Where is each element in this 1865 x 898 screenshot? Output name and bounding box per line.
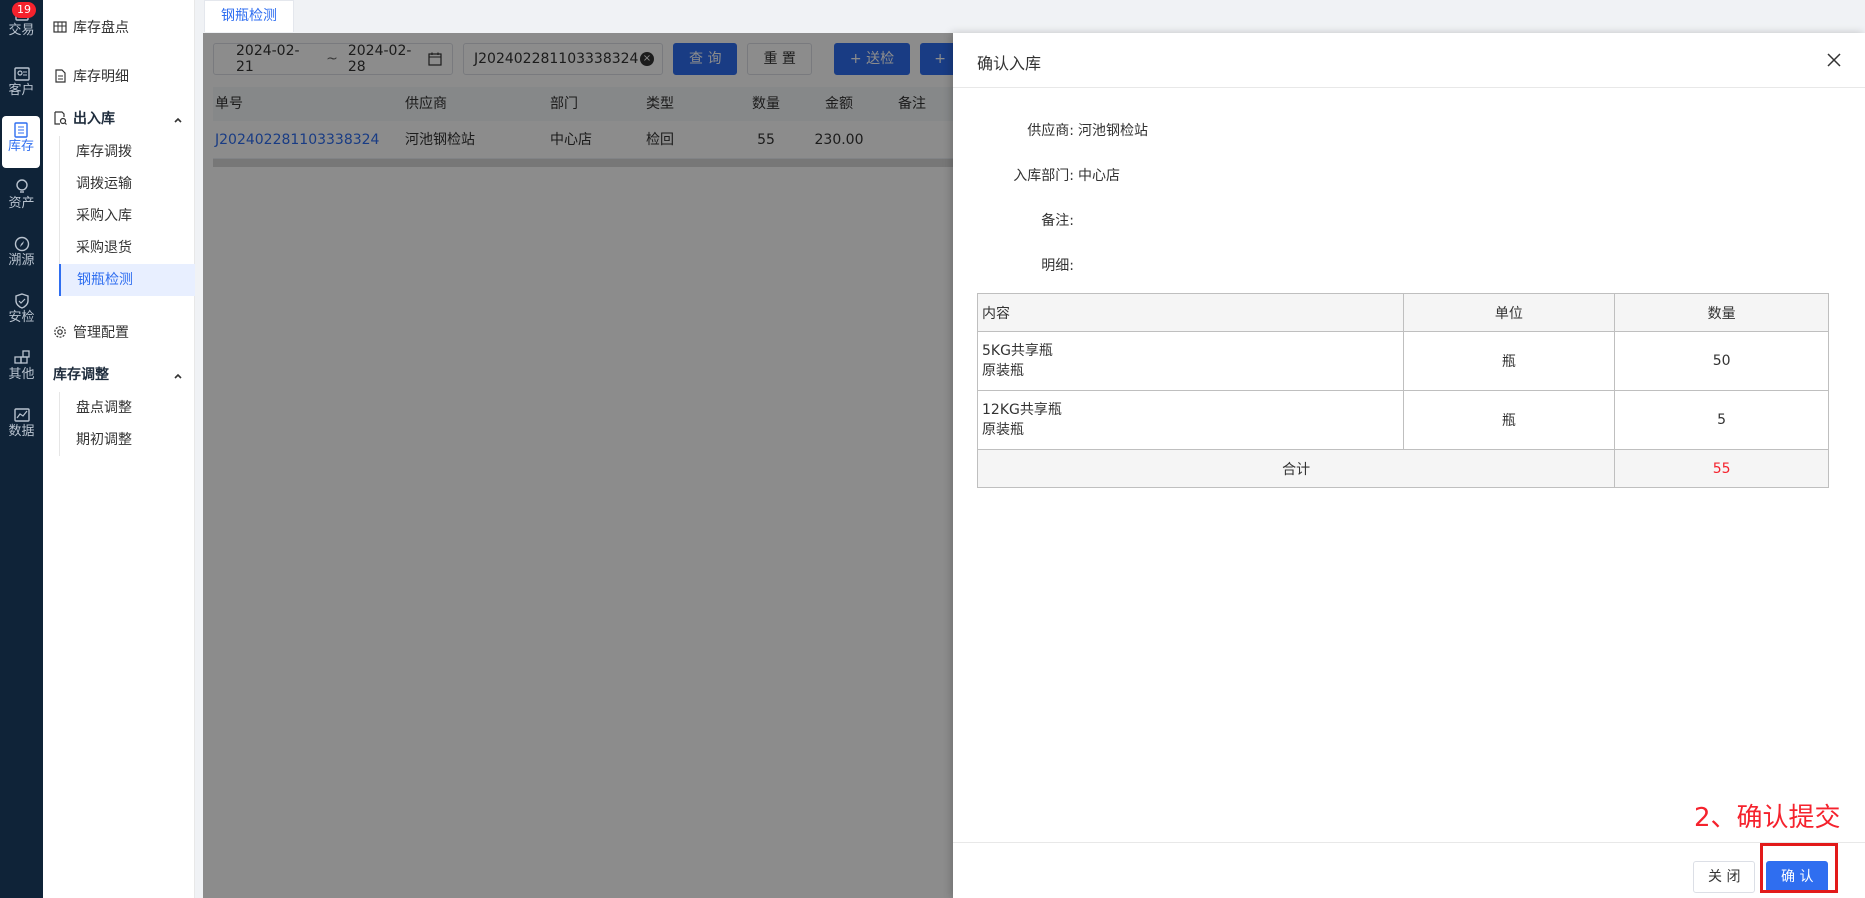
field-value: 中心店	[1078, 168, 1120, 184]
menu-item-opening-adjust[interactable]: 期初调整	[59, 424, 195, 456]
supplier-field: 供应商: 河池钢检站	[953, 121, 1148, 141]
menu-label: 库存盘点	[73, 20, 129, 36]
rail-item-trade[interactable]: 19 交易	[0, 0, 43, 52]
menu-item-transfer-transport[interactable]: 调拨运输	[59, 168, 195, 200]
column-header: 内容	[977, 293, 1404, 332]
rail-item-inventory[interactable]: 库存	[2, 116, 40, 168]
close-button[interactable]: 关 闭	[1693, 861, 1756, 893]
chevron-up-icon	[173, 369, 183, 379]
item-name-cell: 12KG共享瓶 原装瓶	[977, 390, 1404, 450]
secondary-menu: 库存盘点 库存明细 出入库 库存调拨 调拨运输 采购入库 采购退货 钢瓶检测 管…	[43, 0, 195, 898]
menu-label: 库存明细	[73, 69, 129, 85]
rail-label: 交易	[8, 23, 35, 38]
column-header: 单位	[1402, 293, 1616, 332]
menu-group-adjust[interactable]: 库存调整	[53, 364, 193, 384]
rail-item-trace[interactable]: 溯源	[0, 230, 43, 282]
field-value: 河池钢检站	[1078, 123, 1148, 139]
annotation-text: 2、确认提交	[1694, 803, 1841, 833]
menu-item-purchase-in[interactable]: 采购入库	[59, 200, 195, 232]
table-row: 5KG共享瓶 原装瓶 瓶 50	[977, 331, 1829, 391]
safety-icon	[13, 293, 31, 309]
item-name-cell: 5KG共享瓶 原装瓶	[977, 331, 1404, 391]
close-icon[interactable]	[1825, 51, 1843, 69]
tab-cylinder-inspection[interactable]: 钢瓶检测	[204, 0, 294, 32]
menu-group-inout[interactable]: 出入库	[53, 108, 193, 128]
rail-label: 客户	[8, 83, 35, 98]
doc-search-icon	[53, 111, 67, 125]
item-subtype: 原装瓶	[982, 363, 1024, 379]
asset-icon	[13, 179, 31, 195]
customer-icon	[13, 66, 31, 82]
column-header: 数量	[1614, 293, 1829, 332]
modal-overlay[interactable]	[203, 33, 953, 898]
remark-field: 备注:	[953, 211, 1078, 231]
app-rail: 19 交易 客户 库存 资产 溯源 安检 其他 数据	[0, 0, 43, 898]
menu-label: 管理配置	[73, 325, 129, 341]
total-value: 55	[1614, 449, 1829, 488]
rail-label: 资产	[8, 196, 35, 211]
menu-item-transfer[interactable]: 库存调拨	[59, 136, 195, 168]
drawer-header: 确认入库	[953, 33, 1865, 88]
item-name: 12KG共享瓶	[982, 402, 1062, 418]
total-row: 合计 55	[976, 449, 1829, 488]
field-label: 明细:	[1041, 258, 1074, 274]
other-icon	[13, 350, 31, 366]
detail-table-header: 内容 单位 数量	[977, 293, 1829, 332]
unit-cell: 瓶	[1402, 390, 1616, 450]
quantity-cell: 50	[1614, 331, 1829, 391]
unit-cell: 瓶	[1402, 331, 1616, 391]
notification-badge: 19	[12, 2, 36, 18]
table-icon	[53, 20, 67, 34]
table-row: 12KG共享瓶 原装瓶 瓶 5	[977, 390, 1829, 450]
rail-item-other[interactable]: 其他	[0, 344, 43, 396]
trace-icon	[13, 236, 31, 252]
annotation-highlight-box	[1760, 843, 1838, 893]
menu-item-stocktake-adjust[interactable]: 盘点调整	[59, 392, 195, 424]
document-icon	[53, 69, 67, 83]
menu-item-purchase-return[interactable]: 采购退货	[59, 232, 195, 264]
rail-label: 溯源	[8, 253, 35, 268]
rail-item-safety[interactable]: 安检	[0, 287, 43, 339]
tab-bar: 钢瓶检测	[196, 0, 1865, 33]
field-label: 备注:	[1041, 213, 1074, 229]
menu-label: 出入库	[73, 111, 115, 127]
menu-item-manage-config[interactable]: 管理配置	[53, 322, 129, 342]
rail-item-data[interactable]: 数据	[0, 401, 43, 453]
data-icon	[13, 407, 31, 423]
menu-item-stock-detail[interactable]: 库存明细	[53, 66, 129, 86]
rail-label: 库存	[7, 139, 34, 154]
drawer-footer: 关 闭 确 认	[953, 842, 1865, 898]
gear-icon	[53, 325, 67, 339]
detail-field: 明细:	[953, 256, 1078, 276]
menu-label: 库存调整	[53, 367, 109, 383]
item-name: 5KG共享瓶	[982, 343, 1053, 359]
total-label: 合计	[976, 449, 1616, 488]
detail-table: 内容 单位 数量 5KG共享瓶 原装瓶 瓶 50 12KG共享瓶 原装瓶 瓶 5…	[976, 293, 1829, 488]
department-field: 入库部门: 中心店	[953, 166, 1120, 186]
quantity-cell: 5	[1614, 390, 1829, 450]
confirm-inbound-drawer: 确认入库 供应商: 河池钢检站 入库部门: 中心店 备注: 明细: 内容 单位 …	[953, 33, 1865, 898]
rail-label: 其他	[8, 367, 35, 382]
rail-item-asset[interactable]: 资产	[0, 173, 43, 225]
inventory-icon	[12, 122, 30, 138]
chevron-up-icon	[173, 113, 183, 123]
field-label: 供应商:	[1027, 123, 1074, 139]
item-subtype: 原装瓶	[982, 422, 1024, 438]
rail-item-customer[interactable]: 客户	[0, 60, 43, 112]
field-label: 入库部门:	[1013, 168, 1074, 184]
menu-item-cylinder-inspection[interactable]: 钢瓶检测	[59, 264, 195, 296]
menu-item-stocktake[interactable]: 库存盘点	[53, 17, 129, 37]
drawer-title: 确认入库	[977, 54, 1042, 73]
rail-label: 数据	[8, 424, 35, 439]
rail-label: 安检	[8, 310, 35, 325]
